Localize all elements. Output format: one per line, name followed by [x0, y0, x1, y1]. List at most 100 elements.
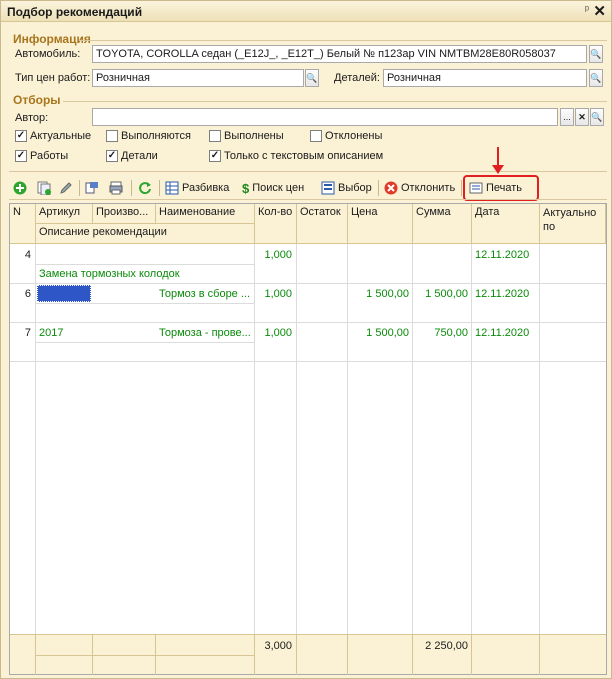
checkbox-works[interactable]: ✓ Работы: [15, 150, 68, 162]
price-search-label: Поиск цен: [252, 182, 305, 194]
select-list-icon: [321, 181, 335, 195]
row-sum: [413, 247, 471, 251]
auto-label: Автомобиль:: [15, 48, 81, 60]
checkbox-works-box[interactable]: ✓: [15, 150, 27, 162]
table-icon: [165, 181, 179, 195]
row-date[interactable]: 12.11.2020: [472, 286, 539, 302]
recommendations-table[interactable]: N Артикул Произво... Наименование Описан…: [9, 203, 607, 675]
col-header-price[interactable]: Цена: [348, 204, 413, 244]
row-name[interactable]: [156, 247, 254, 251]
row-name[interactable]: Тормоз в сборе ...: [156, 286, 254, 302]
row-qty[interactable]: 1,000: [255, 325, 295, 341]
col-header-name[interactable]: Наименование: [156, 204, 255, 224]
print-preview-icon[interactable]: [109, 181, 123, 195]
checkbox-works-label: Работы: [30, 150, 69, 162]
row-article[interactable]: 2017: [36, 325, 93, 341]
row-n: 7: [24, 327, 31, 339]
parts-search-icon[interactable]: 🔍: [589, 69, 603, 87]
row-maker[interactable]: [93, 247, 156, 251]
select-button[interactable]: Выбор: [321, 178, 372, 198]
annotation-arrow-head: [492, 165, 504, 174]
checkbox-text-only-box[interactable]: ✓: [209, 150, 221, 162]
row-date[interactable]: 12.11.2020: [472, 247, 539, 263]
row-article-selected[interactable]: [37, 285, 91, 302]
recommendations-window: Подбор рекомендаций ᵖ ✕ Информация Автом…: [0, 0, 612, 679]
checkbox-parts-box[interactable]: ✓: [106, 150, 118, 162]
price-search-button[interactable]: $ Поиск цен: [242, 178, 304, 198]
checkbox-in-progress[interactable]: Выполняются: [106, 130, 191, 142]
checkbox-parts[interactable]: ✓ Детали: [106, 150, 158, 162]
grid-line: [296, 244, 297, 634]
checkbox-done[interactable]: Выполнены: [209, 130, 284, 142]
refresh-icon[interactable]: [138, 181, 152, 195]
row-article[interactable]: [36, 247, 93, 251]
col-header-date[interactable]: Дата: [472, 204, 540, 244]
row-actual[interactable]: [540, 247, 606, 251]
pin-icon[interactable]: ᵖ: [585, 4, 589, 16]
add-folder-icon[interactable]: [85, 181, 99, 195]
row-desc[interactable]: [36, 305, 254, 309]
col-header-qty[interactable]: Кол-во: [255, 204, 297, 244]
row-desc[interactable]: [36, 344, 254, 348]
checkbox-done-box[interactable]: [209, 130, 221, 142]
col-header-n[interactable]: N: [10, 204, 36, 244]
row-price[interactable]: 1 500,00: [348, 325, 412, 341]
toolbar-separator: [461, 180, 462, 196]
row-date[interactable]: 12.11.2020: [472, 325, 539, 341]
price-type-search-icon[interactable]: 🔍: [305, 69, 319, 87]
row-maker[interactable]: [93, 286, 156, 290]
row-desc[interactable]: Замена тормозных колодок: [36, 266, 254, 282]
grid-line: [347, 635, 348, 675]
parts-label: Деталей:: [334, 72, 380, 84]
checkbox-rejected-box[interactable]: [310, 130, 322, 142]
row-qty[interactable]: 1,000: [255, 286, 295, 302]
checkbox-actual[interactable]: ✓ Актуальные: [15, 130, 91, 142]
row-sum: 750,00: [434, 327, 468, 339]
col-header-article[interactable]: Артикул: [36, 204, 93, 224]
grid-line: [10, 283, 606, 284]
author-more-button[interactable]: ...: [560, 108, 574, 126]
grid-line: [254, 244, 255, 634]
checkbox-text-only[interactable]: ✓ Только с текстовым описанием: [209, 150, 383, 162]
copy-icon[interactable]: [37, 181, 51, 195]
annotation-arrow: [497, 147, 499, 167]
grid-line: [471, 635, 472, 675]
row-actual[interactable]: [540, 286, 606, 290]
author-clear-icon[interactable]: ✕: [575, 108, 589, 126]
row-price[interactable]: [348, 247, 412, 251]
checkbox-done-label: Выполнены: [224, 130, 284, 142]
col-header-actual[interactable]: Актуально по: [540, 204, 606, 244]
row-rest: [297, 247, 347, 251]
price-type-field[interactable]: Розничная: [92, 69, 304, 87]
col-header-sum[interactable]: Сумма: [413, 204, 472, 244]
checkbox-rejected[interactable]: Отклонены: [310, 130, 382, 142]
row-maker[interactable]: [93, 325, 156, 329]
edit-icon[interactable]: [59, 181, 73, 195]
col-header-maker[interactable]: Произво...: [93, 204, 156, 224]
checkbox-actual-box[interactable]: ✓: [15, 130, 27, 142]
author-search-icon[interactable]: 🔍: [590, 108, 604, 126]
row-price[interactable]: 1 500,00: [348, 286, 412, 302]
split-button[interactable]: Разбивка: [165, 178, 229, 198]
row-rest: [297, 325, 347, 329]
grid-line: [539, 244, 540, 634]
row-name[interactable]: Тормоза - прове...: [156, 325, 254, 341]
reject-label: Отклонить: [401, 182, 456, 194]
row-qty[interactable]: 1,000: [255, 247, 295, 263]
author-field[interactable]: [92, 108, 558, 126]
auto-search-icon[interactable]: 🔍: [589, 45, 603, 63]
title-bar: Подбор рекомендаций ᵖ ✕: [1, 1, 611, 22]
auto-field[interactable]: TOYOTA, COROLLA седан (_E12J_, _E12T_) Б…: [92, 45, 587, 63]
checkbox-in-progress-box[interactable]: [106, 130, 118, 142]
dollar-icon: $: [242, 180, 250, 196]
toolbar-separator: [79, 180, 80, 196]
col-header-rest[interactable]: Остаток: [297, 204, 348, 244]
add-icon[interactable]: [13, 181, 27, 195]
table-footer: 3,000 2 250,00: [10, 634, 606, 675]
close-icon[interactable]: ✕: [593, 2, 606, 20]
filters-divider: [63, 101, 607, 102]
reject-button[interactable]: Отклонить: [384, 178, 455, 198]
parts-price-field[interactable]: Розничная: [383, 69, 587, 87]
col-header-desc[interactable]: Описание рекомендации: [36, 224, 255, 244]
row-actual[interactable]: [540, 325, 606, 329]
